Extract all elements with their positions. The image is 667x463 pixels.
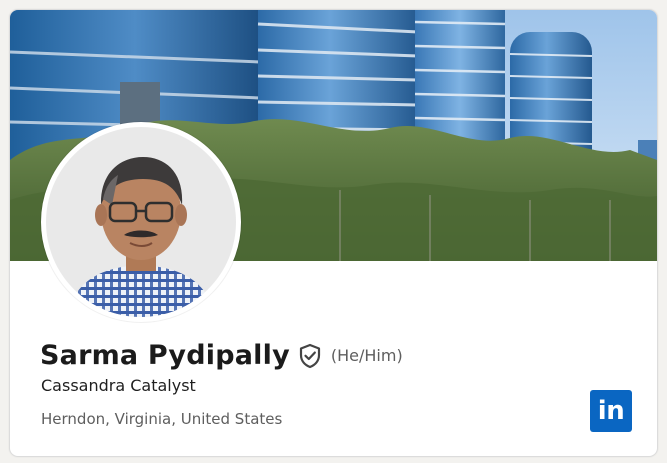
linkedin-logo-text: in xyxy=(597,395,625,426)
profile-location: Herndon, Virginia, United States xyxy=(41,410,283,428)
profile-card: Sarma Pydipally (He/Him) Cassandra Catal… xyxy=(9,9,658,457)
profile-name[interactable]: Sarma Pydipally xyxy=(40,340,290,371)
name-row: Sarma Pydipally (He/Him) xyxy=(40,337,403,373)
profile-pronouns: (He/Him) xyxy=(330,346,403,365)
profile-headline: Cassandra Catalyst xyxy=(41,376,196,395)
shield-check-icon[interactable] xyxy=(298,343,322,369)
linkedin-logo-icon[interactable]: in xyxy=(590,390,632,432)
profile-avatar[interactable] xyxy=(41,122,241,322)
